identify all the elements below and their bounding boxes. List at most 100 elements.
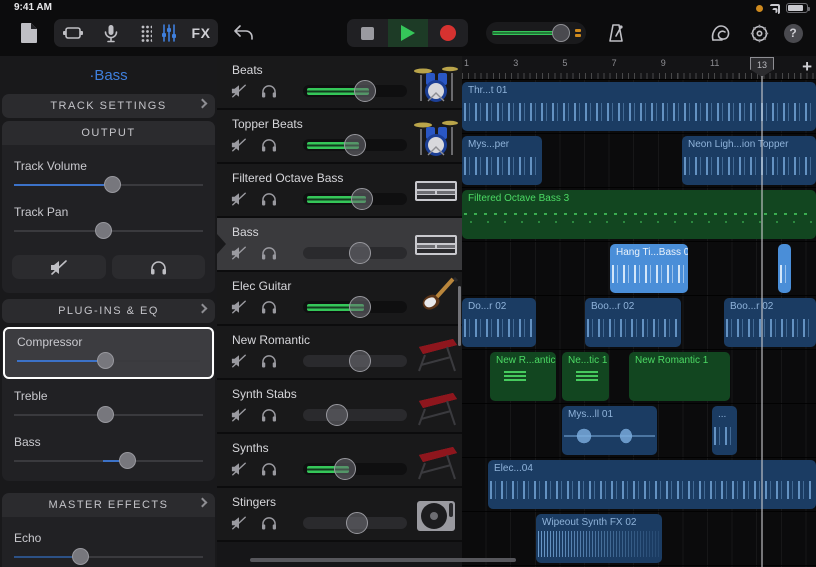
region--[interactable]: ... — [712, 406, 737, 455]
horizontal-scrollbar[interactable] — [250, 558, 516, 562]
mute-icon[interactable] — [231, 192, 247, 206]
master-volume-knob[interactable] — [552, 24, 570, 42]
headphones-icon[interactable] — [261, 300, 277, 314]
master-effects-row[interactable]: MASTER EFFECTS — [2, 493, 215, 517]
track-volume-knob[interactable] — [349, 350, 371, 372]
monitor-headphones-button[interactable] — [112, 255, 206, 279]
track-header-elec-guitar[interactable]: Elec Guitar — [217, 272, 462, 326]
track-volume-slider[interactable] — [303, 517, 407, 529]
help-button[interactable]: ? — [778, 19, 808, 47]
settings-gear-button[interactable] — [744, 19, 774, 47]
track-header-bass[interactable]: Bass — [217, 218, 462, 272]
track-view-button[interactable] — [54, 19, 92, 47]
headphones-icon[interactable] — [261, 354, 277, 368]
track-volume-slider[interactable] — [303, 247, 407, 259]
mixer-faders-button[interactable] — [153, 19, 185, 47]
compressor-knob[interactable] — [97, 352, 114, 369]
track-header-filtered-octave-bass[interactable]: Filtered Octave Bass — [217, 164, 462, 218]
treble-knob[interactable] — [97, 406, 114, 423]
headphones-icon[interactable] — [261, 192, 277, 206]
track-header-stingers[interactable]: Stingers — [217, 488, 462, 542]
remix-fx-button[interactable]: FX — [185, 19, 217, 47]
headphones-icon[interactable] — [261, 84, 277, 98]
region-elec-04[interactable]: Elec...04 — [488, 460, 816, 509]
track-volume-knob[interactable] — [349, 296, 371, 318]
play-button[interactable] — [388, 19, 428, 47]
mute-icon[interactable] — [231, 84, 247, 98]
region-wipeout-synth-fx-02[interactable]: Wipeout Synth FX 02 — [536, 514, 662, 563]
metronome-button[interactable] — [602, 19, 630, 47]
track-volume-slider[interactable] — [303, 193, 407, 205]
compressor-slider[interactable] — [17, 351, 200, 371]
region-hang-ti-bass-02[interactable]: Hang Ti...Bass 02 — [610, 244, 688, 293]
track-settings-row[interactable]: TRACK SETTINGS — [2, 94, 215, 118]
track-volume-slider[interactable] — [14, 175, 203, 195]
track-header-new-romantic[interactable]: New Romantic — [217, 326, 462, 380]
track-volume-knob[interactable] — [326, 404, 348, 426]
region-clip[interactable] — [778, 244, 791, 293]
track-header-synth-stabs[interactable]: Synth Stabs — [217, 380, 462, 434]
mute-icon[interactable] — [231, 138, 247, 152]
mute-icon[interactable] — [231, 300, 247, 314]
timeline-lane-topper-beats: Mys...per Neon Ligh...ion Topper — [462, 134, 816, 188]
waveform — [464, 315, 534, 341]
undo-button[interactable] — [228, 19, 260, 47]
track-volume-slider[interactable] — [303, 139, 407, 151]
mute-icon[interactable] — [231, 246, 247, 260]
headphones-icon[interactable] — [261, 462, 277, 476]
track-pan-knob[interactable] — [95, 222, 112, 239]
track-volume-slider[interactable] — [303, 85, 407, 97]
loop-browser-button[interactable] — [706, 19, 736, 47]
region-boo-r-02[interactable]: Boo...r 02 — [585, 298, 681, 347]
master-volume-slider[interactable] — [486, 22, 586, 44]
bass-eq-slider[interactable] — [14, 451, 203, 471]
headphones-icon[interactable] — [261, 138, 277, 152]
track-volume-knob[interactable] — [334, 458, 356, 480]
track-volume-slider[interactable] — [303, 301, 407, 313]
track-header-synths[interactable]: Synths — [217, 434, 462, 488]
timeline-lane-bass: Hang Ti...Bass 02 — [462, 242, 816, 296]
headphones-icon[interactable] — [261, 408, 277, 422]
track-volume-slider[interactable] — [303, 409, 407, 421]
region-neon-ligh-ion-topper[interactable]: Neon Ligh...ion Topper — [682, 136, 816, 185]
track-volume-slider[interactable] — [303, 355, 407, 367]
headphones-icon[interactable] — [261, 246, 277, 260]
region-new-r-antic-1[interactable]: New R...antic 1 — [490, 352, 556, 401]
region-mys-ll-01[interactable]: Mys...ll 01 — [562, 406, 657, 455]
mute-icon[interactable] — [231, 462, 247, 476]
record-button[interactable] — [428, 19, 468, 47]
mute-button[interactable] — [12, 255, 106, 279]
region-filtered-octave-bass-3[interactable]: Filtered Octave Bass 3 — [462, 190, 816, 239]
track-list-scrollbar[interactable] — [458, 286, 461, 346]
track-volume-knob[interactable] — [344, 134, 366, 156]
region-new-romantic-1[interactable]: New Romantic 1 — [629, 352, 730, 401]
track-pan-slider[interactable] — [14, 221, 203, 241]
mute-icon[interactable] — [231, 408, 247, 422]
region-mys-per[interactable]: Mys...per — [462, 136, 542, 185]
echo-slider[interactable] — [14, 547, 203, 567]
mute-icon[interactable] — [231, 354, 247, 368]
region-boo-r-02[interactable]: Boo...r 02 — [724, 298, 816, 347]
track-volume-knob[interactable] — [349, 242, 371, 264]
add-track-button[interactable]: + — [802, 57, 812, 77]
track-header-beats[interactable]: Beats — [217, 56, 462, 110]
track-volume-knob[interactable] — [351, 188, 373, 210]
region-thr-t-01[interactable]: Thr...t 01 — [462, 82, 816, 131]
plugins-eq-row[interactable]: PLUG-INS & EQ — [2, 299, 215, 323]
headphones-icon[interactable] — [261, 516, 277, 530]
echo-knob[interactable] — [72, 548, 89, 565]
region-do-r-02[interactable]: Do...r 02 — [462, 298, 536, 347]
timeline-lane-synths: Elec...04 — [462, 458, 816, 512]
mute-icon[interactable] — [231, 516, 247, 530]
stop-button[interactable] — [348, 19, 388, 47]
bass-eq-knob[interactable] — [119, 452, 136, 469]
track-volume-knob[interactable] — [354, 80, 376, 102]
region-ne-tic-1[interactable]: Ne...tic 1 — [562, 352, 609, 401]
track-header-topper-beats[interactable]: Topper Beats — [217, 110, 462, 164]
mic-input-button[interactable] — [92, 19, 130, 47]
track-volume-knob[interactable] — [104, 176, 121, 193]
track-volume-knob[interactable] — [346, 512, 368, 534]
my-songs-button[interactable] — [12, 19, 46, 47]
treble-slider[interactable] — [14, 405, 203, 425]
track-volume-slider[interactable] — [303, 463, 407, 475]
